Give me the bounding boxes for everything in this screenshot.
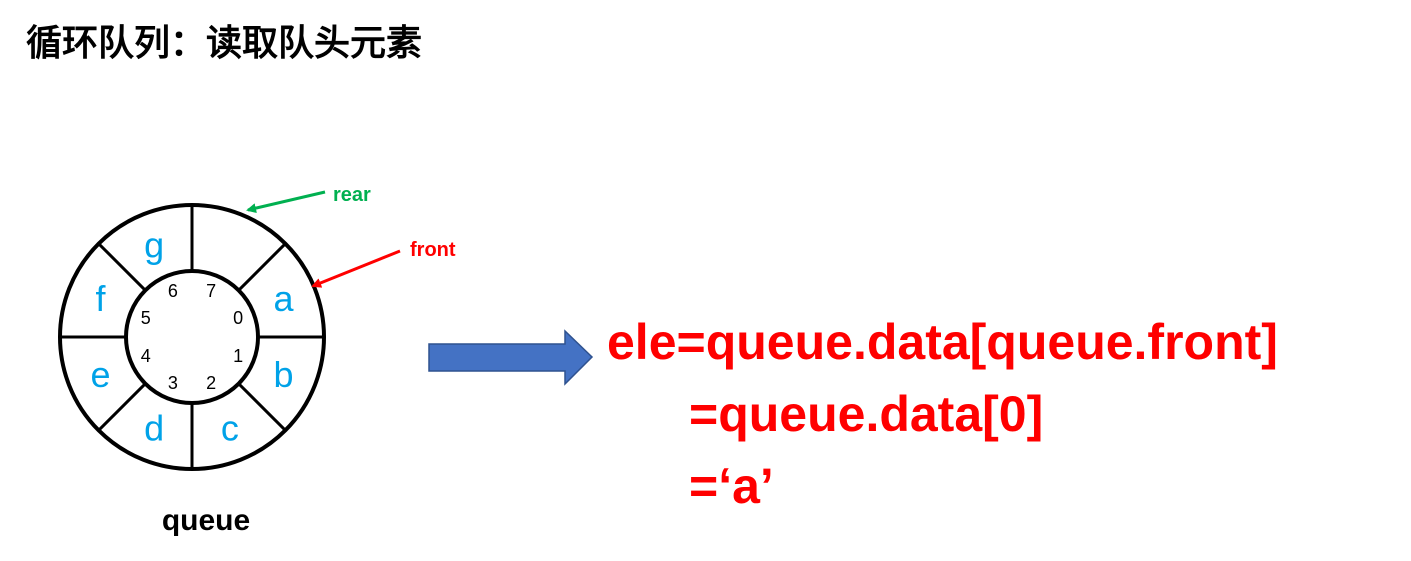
slot-index: 1 <box>233 346 243 366</box>
slot-index: 5 <box>141 308 151 328</box>
code-line-assignment: ele=queue.data[queue.front] <box>607 314 1278 370</box>
slot-index: 0 <box>233 308 243 328</box>
slot-index: 6 <box>168 281 178 301</box>
queue-label: queue <box>162 504 250 537</box>
slot-value: g <box>144 225 164 266</box>
rear-pointer-label: rear <box>333 184 371 206</box>
code-line-substitution: =queue.data[0] <box>689 386 1044 442</box>
slot-index: 4 <box>141 346 151 366</box>
rear-pointer-arrow <box>246 190 326 214</box>
code-line-result: =‘a’ <box>689 458 774 514</box>
slot-value: f <box>96 278 107 319</box>
slot-value: c <box>221 407 239 448</box>
slot-index: 3 <box>168 373 178 393</box>
slot-index: 7 <box>206 281 216 301</box>
front-pointer-arrow <box>311 249 401 288</box>
slot-value: a <box>273 278 294 319</box>
queue-inner-ring <box>124 269 260 405</box>
slot-value: e <box>91 354 111 395</box>
right-arrow-icon <box>428 329 594 386</box>
slot-index: 2 <box>206 373 216 393</box>
slot-value: b <box>273 354 293 395</box>
front-pointer-label: front <box>410 239 456 261</box>
slot-value: d <box>144 407 164 448</box>
